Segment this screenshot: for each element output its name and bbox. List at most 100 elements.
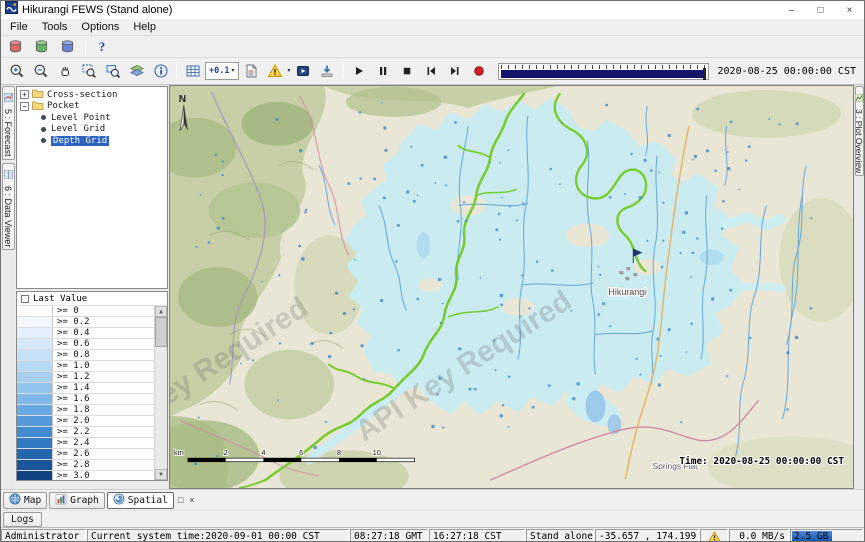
status-warning-icon[interactable]	[700, 529, 728, 542]
legend-color-swatch	[17, 471, 53, 480]
scroll-down-icon[interactable]: ▼	[155, 469, 167, 480]
bar-chart-icon	[55, 493, 67, 508]
zoom-in-icon[interactable]	[5, 61, 28, 82]
export-animation-icon[interactable]	[316, 61, 339, 82]
maximize-button[interactable]: □	[806, 1, 835, 19]
pan-hand-icon[interactable]	[53, 61, 76, 82]
scroll-up-icon[interactable]: ▲	[155, 306, 167, 317]
tab-data-viewer[interactable]: 6 : Data Viewer	[2, 163, 15, 250]
layers-icon[interactable]	[125, 61, 148, 82]
legend-row: >= 0.8	[17, 350, 154, 361]
pause-button[interactable]	[372, 61, 395, 82]
tree-item-label: Level Grid	[51, 124, 105, 134]
statusbar: Administrator Current system time:2020-0…	[1, 527, 864, 542]
tab-spatial[interactable]: Spatial	[107, 492, 174, 509]
class-interval-combo[interactable]: +0.1 ▾	[205, 62, 239, 80]
tree-item-depth-grid[interactable]: Depth Grid	[17, 135, 167, 147]
forecast-database-icon[interactable]	[4, 36, 27, 57]
legend-color-swatch	[17, 328, 53, 338]
expand-icon[interactable]: +	[20, 90, 29, 99]
tree-item-level-point[interactable]: Level Point	[17, 112, 167, 124]
tree-item-label: Pocket	[47, 101, 80, 111]
panel-close-button[interactable]: ×	[187, 495, 196, 505]
timeline-slider[interactable]	[498, 63, 709, 80]
forecast-tab-icon	[4, 89, 13, 107]
main-toolbar: ?	[1, 36, 864, 58]
menu-options[interactable]: Options	[74, 20, 126, 34]
timeline-bar[interactable]	[501, 70, 706, 77]
thresholds-warning-icon[interactable]	[264, 61, 287, 82]
map-canvas[interactable]: API Key Required API Key Required Hikura…	[170, 86, 853, 488]
legend-body: >= 0>= 0.2>= 0.4>= 0.6>= 0.8>= 1.0>= 1.2…	[17, 306, 167, 480]
legend-row: >= 2.8	[17, 460, 154, 471]
legend-scrollbar[interactable]: ▲ ▼	[154, 306, 167, 480]
skip-to-start-button[interactable]	[420, 61, 443, 82]
current-datetime: 2020-08-25 00:00:00 CST	[716, 66, 860, 77]
local-database-icon[interactable]	[30, 36, 53, 57]
logs-row: Logs	[1, 510, 864, 527]
legend-header: Last Value	[17, 292, 167, 306]
legend-row: >= 1.6	[17, 394, 154, 405]
zoom-extent-icon[interactable]	[77, 61, 100, 82]
legend-color-swatch	[17, 339, 53, 349]
tab-spatial-label: Spatial	[128, 495, 168, 506]
window-controls: – □ ×	[777, 1, 864, 19]
tab-map-label: Map	[24, 495, 41, 506]
tab-forecast[interactable]: 5 : Forecast	[2, 86, 15, 160]
status-mode: Stand alone	[526, 529, 594, 542]
animation-movie-icon[interactable]	[292, 61, 315, 82]
tree-item-label: Level Point	[51, 113, 111, 123]
status-user: Administrator	[1, 529, 86, 542]
tab-map[interactable]: Map	[3, 492, 47, 509]
logs-button[interactable]: Logs	[3, 512, 42, 527]
record-button[interactable]	[468, 61, 491, 82]
main-area: 5 : Forecast 6 : Data Viewer + Cross-sec…	[1, 85, 864, 489]
timeseries-document-icon[interactable]	[240, 61, 263, 82]
titlebar: Hikurangi FEWS (Stand alone) – □ ×	[1, 1, 864, 19]
legend-color-swatch	[17, 449, 53, 459]
legend-entry-label: >= 2.0	[53, 416, 90, 426]
scale-unit-label: km	[174, 448, 184, 457]
tree-item-level-grid[interactable]: Level Grid	[17, 124, 167, 136]
map-view[interactable]: API Key Required API Key Required Hikura…	[169, 85, 854, 489]
legend-entry-label: >= 1.6	[53, 394, 90, 404]
status-local-time: 16:27:18 CST	[429, 529, 525, 542]
close-button[interactable]: ×	[835, 1, 864, 19]
legend-color-swatch	[17, 394, 53, 404]
help-icon[interactable]: ?	[92, 36, 112, 57]
collapse-icon[interactable]: −	[20, 102, 29, 111]
legend-entry-label: >= 3.0	[53, 471, 90, 480]
legend-entry-label: >= 0.2	[53, 317, 90, 327]
panel-float-button[interactable]: □	[176, 495, 185, 505]
right-tab-strip: 3 : Plot Overview	[854, 85, 864, 489]
legend-entry-label: >= 0.8	[53, 350, 90, 360]
data-viewer-tab-icon	[4, 166, 13, 184]
tab-plot-overview[interactable]: 3 : Plot Overview	[855, 86, 864, 176]
menu-help[interactable]: Help	[126, 20, 163, 34]
menu-file[interactable]: File	[3, 20, 35, 34]
tab-graph[interactable]: Graph	[49, 492, 105, 509]
stop-button[interactable]	[396, 61, 419, 82]
minimize-button[interactable]: –	[777, 1, 806, 19]
toolbar-separator	[176, 63, 177, 79]
archive-database-icon[interactable]	[56, 36, 79, 57]
grid-display-icon[interactable]	[181, 61, 204, 82]
legend-row: >= 1.2	[17, 372, 154, 383]
layer-bullet-icon	[41, 138, 46, 143]
zoom-out-icon[interactable]	[29, 61, 52, 82]
chevron-down-icon[interactable]: ▾	[288, 68, 291, 74]
tree-item-pocket[interactable]: − Pocket	[17, 101, 167, 113]
class-interval-value: +0.1	[209, 66, 229, 76]
skip-to-end-button[interactable]	[444, 61, 467, 82]
play-button[interactable]	[348, 61, 371, 82]
last-value-checkbox[interactable]	[21, 295, 29, 303]
legend-entry-label: >= 1.0	[53, 361, 90, 371]
zoom-selection-icon[interactable]	[101, 61, 124, 82]
scrollbar-thumb[interactable]	[155, 317, 167, 347]
info-icon[interactable]	[149, 61, 172, 82]
timeline-handle[interactable]	[703, 68, 706, 80]
status-transfer-rate: 0.0 MB/s	[729, 529, 789, 542]
spatial-swirl-icon	[113, 493, 125, 508]
menu-tools[interactable]: Tools	[35, 20, 75, 34]
legend-entry-label: >= 0	[53, 306, 79, 316]
